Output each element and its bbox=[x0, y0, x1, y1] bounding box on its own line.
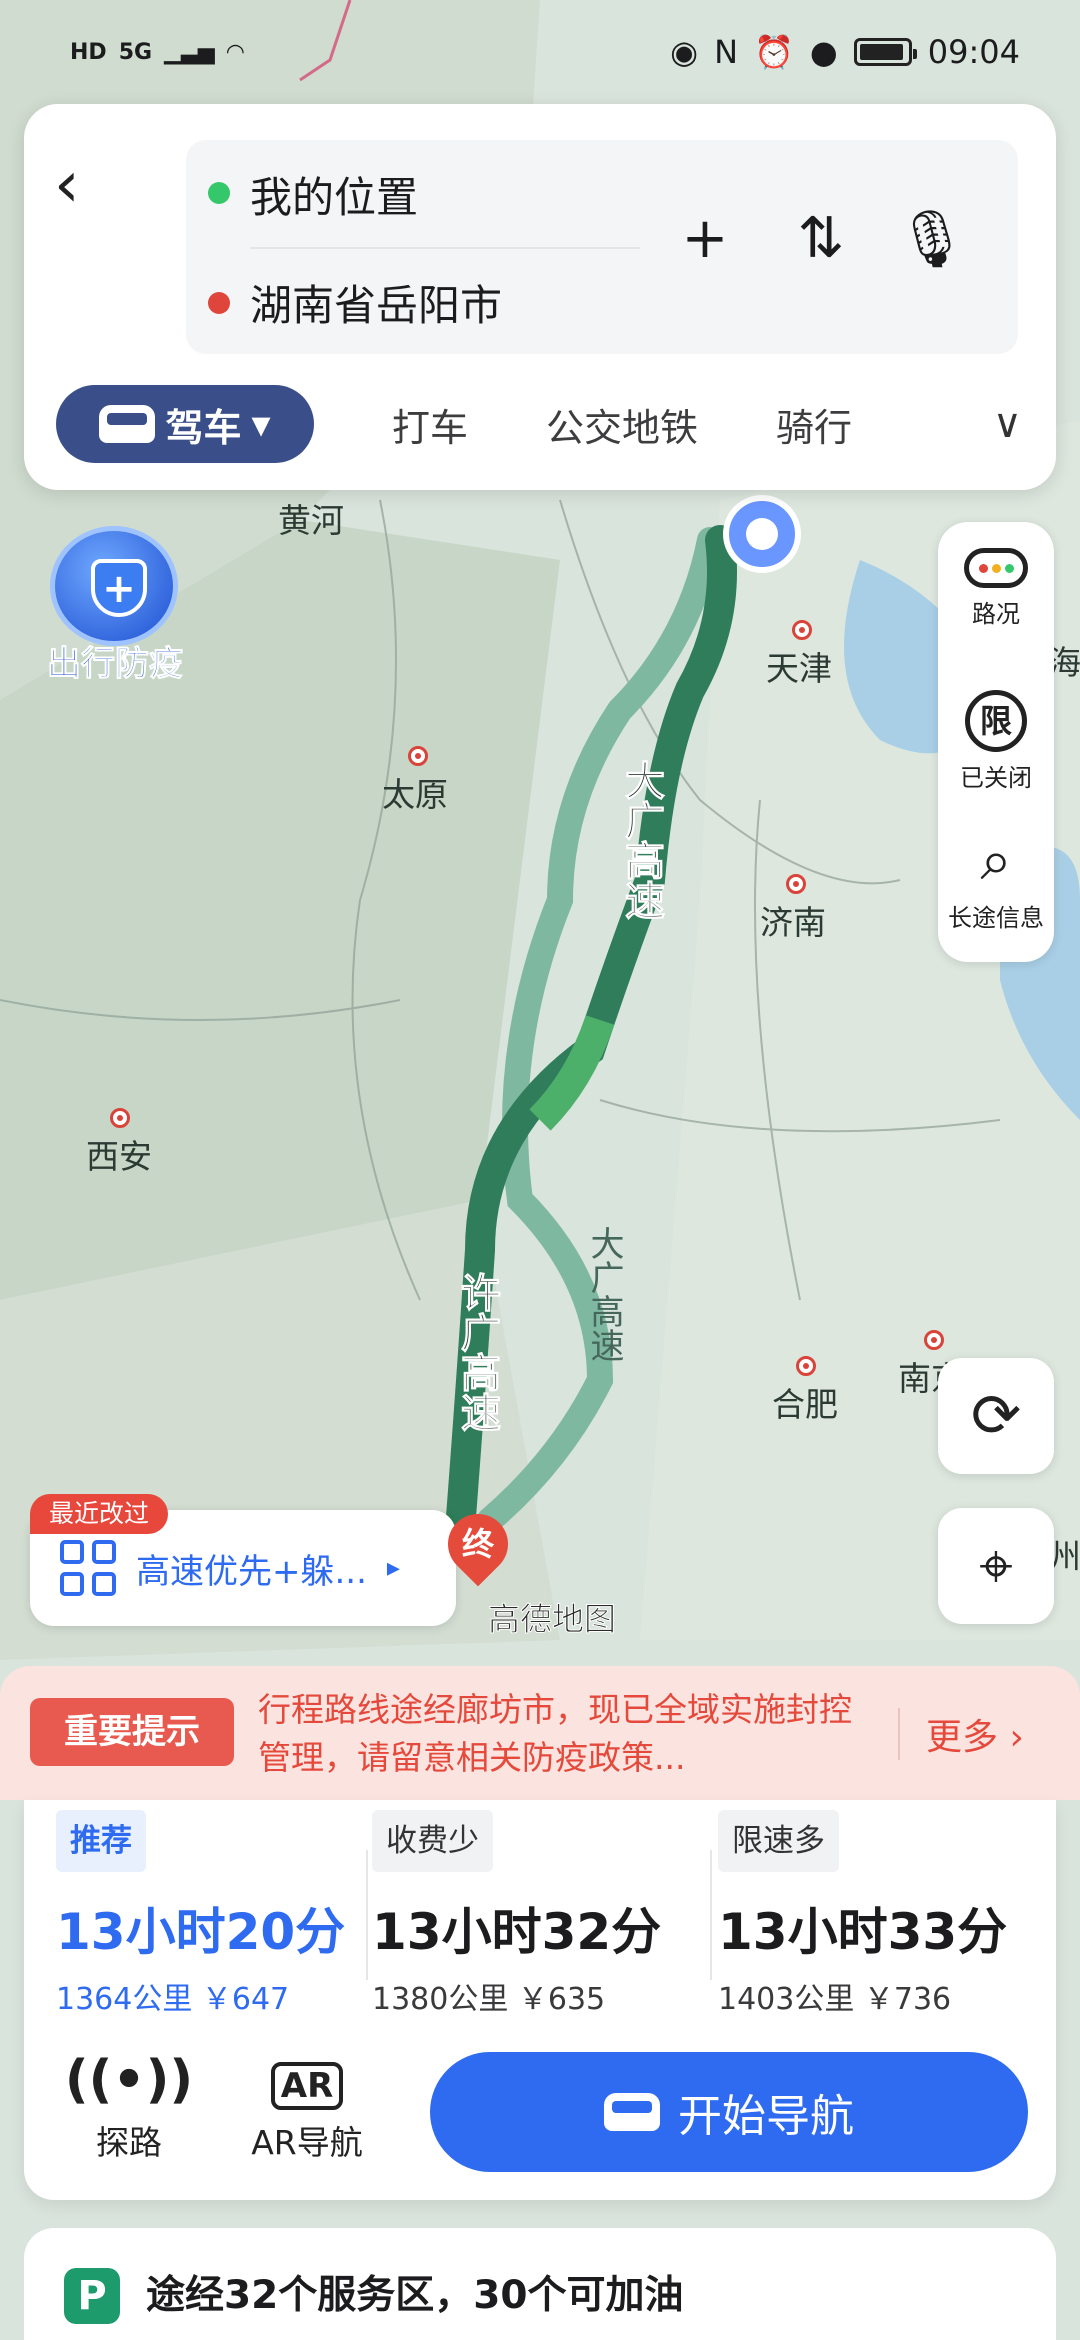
city-label: 太原 bbox=[382, 775, 448, 814]
status-right: ◉ N ⏰ ● 09:04 bbox=[670, 33, 1020, 71]
recent-change-badge: 最近改过 bbox=[30, 1494, 168, 1534]
route-tag: 限速多 bbox=[718, 1810, 839, 1872]
network-indicator: 5G bbox=[118, 39, 153, 65]
status-bar: HD 5G ▁▃▅ ◠ ◉ N ⏰ ● 09:04 bbox=[0, 0, 1080, 104]
city-dot-tianjin bbox=[792, 620, 812, 640]
route-time: 13小时32分 bbox=[372, 1903, 662, 1961]
traffic-label: 路况 bbox=[972, 600, 1020, 628]
caret-right-icon: ▸ bbox=[386, 1553, 400, 1583]
city-dot-jinan bbox=[786, 874, 806, 894]
caret-down-icon: ▾ bbox=[251, 402, 271, 446]
notice-text: 行程路线途经廊坊市，现已全域实施封控管理，请留意相关防疫政策... bbox=[258, 1690, 852, 1777]
long-trip-info-button[interactable]: ⌕ 长途信息 bbox=[938, 830, 1054, 933]
route-tag: 收费少 bbox=[372, 1810, 493, 1872]
nfc-icon: N bbox=[714, 33, 739, 71]
parking-icon: P bbox=[64, 2268, 120, 2324]
restriction-button[interactable]: 限 已关闭 bbox=[938, 690, 1054, 793]
chevron-left-icon[interactable]: ‹ bbox=[54, 150, 124, 220]
service-area-text: 途经32个服务区，30个可加油 bbox=[146, 2273, 684, 2318]
ar-icon: AR bbox=[232, 2050, 382, 2116]
city-label: 合肥 bbox=[772, 1385, 838, 1424]
ar-navigation-button[interactable]: AR AR导航 bbox=[232, 2050, 382, 2164]
route-distance: 1380公里 ￥635 bbox=[372, 1982, 606, 2017]
preference-label: 高速优先+躲... bbox=[136, 1551, 367, 1592]
alarm-icon: ⏰ bbox=[754, 33, 794, 71]
tab-drive[interactable]: 驾车 ▾ bbox=[56, 385, 314, 463]
car-icon bbox=[604, 2093, 660, 2131]
route-distance: 1364公里 ￥647 bbox=[56, 1982, 290, 2017]
refresh-icon: ⟳ bbox=[970, 1381, 1022, 1451]
notice-badge: 重要提示 bbox=[30, 1698, 234, 1766]
long-trip-label: 长途信息 bbox=[948, 904, 1044, 932]
battery-icon bbox=[853, 38, 917, 66]
road-label: 大广高速 bbox=[618, 760, 665, 921]
explore-road-button[interactable]: ((•)) 探路 bbox=[54, 2050, 204, 2164]
swap-icon[interactable]: ⇅ bbox=[786, 206, 856, 271]
start-navigation-label: 开始导航 bbox=[678, 2091, 854, 2142]
eye-icon: ◉ bbox=[670, 33, 699, 71]
service-area-card[interactable]: P 途经32个服务区，30个可加油 bbox=[24, 2228, 1056, 2340]
origin-input[interactable]: 我的位置 bbox=[250, 164, 418, 225]
ar-label: AR导航 bbox=[251, 2123, 363, 2162]
notice-banner[interactable]: 重要提示 行程路线途经廊坊市，现已全域实施封控管理，请留意相关防疫政策... 更… bbox=[0, 1666, 1080, 1800]
input-divider bbox=[250, 247, 640, 249]
wifi-icon: ◠ bbox=[226, 39, 244, 65]
destination-dot-icon bbox=[208, 292, 230, 314]
route-options-card: 推荐 13小时20分 1364公里 ￥647 收费少 13小时32分 1380公… bbox=[24, 1800, 1056, 2200]
chevron-down-icon[interactable]: ∨ bbox=[993, 401, 1022, 447]
start-navigation-button[interactable]: 开始导航 bbox=[430, 2052, 1028, 2172]
road-label: 大广高速 bbox=[584, 1226, 624, 1362]
city-dot-xian bbox=[110, 1108, 130, 1128]
route-time: 13小时33分 bbox=[718, 1903, 1008, 1961]
locate-button[interactable]: ⌖ bbox=[938, 1508, 1054, 1624]
crosshair-icon: ⌖ bbox=[979, 1531, 1013, 1601]
epidemic-label: 出行防疫 bbox=[47, 644, 184, 685]
route-time: 13小时20分 bbox=[56, 1903, 346, 1961]
map-layer-panel: 路况 限 已关闭 ⌕ 长途信息 bbox=[938, 522, 1054, 962]
grid-icon bbox=[60, 1540, 116, 1596]
restriction-icon: 限 bbox=[965, 690, 1027, 752]
route-distance: 1403公里 ￥736 bbox=[718, 1982, 952, 2017]
divider bbox=[710, 1850, 712, 1980]
road-label: 许广高速 bbox=[454, 1272, 501, 1433]
notice-more-link[interactable]: 更多 › bbox=[898, 1708, 1024, 1760]
shield-icon: + bbox=[50, 526, 178, 646]
city-dot-nanjing bbox=[924, 1330, 944, 1350]
city-dot-taiyuan bbox=[408, 746, 428, 766]
destination-marker[interactable]: 终 bbox=[435, 1501, 521, 1587]
city-label: 西安 bbox=[86, 1137, 152, 1176]
city-label: 天津 bbox=[766, 649, 832, 688]
signal-icon: ▁▃▅ bbox=[164, 39, 215, 65]
route-tag: 推荐 bbox=[56, 1810, 146, 1872]
route-search-card: ‹ 我的位置 湖南省岳阳市 + ⇅ 🎙 驾车 ▾ 打车 公交地铁 骑行 ∨ bbox=[24, 104, 1056, 490]
hd-indicator: HD bbox=[70, 39, 107, 65]
origin-dot-icon bbox=[208, 182, 230, 204]
explore-label: 探路 bbox=[96, 2123, 162, 2162]
divider bbox=[366, 1850, 368, 1980]
tab-transit[interactable]: 公交地铁 bbox=[546, 397, 698, 452]
transport-mode-tabs: 驾车 ▾ 打车 公交地铁 骑行 ∨ bbox=[56, 384, 1036, 464]
map-brand: 高德地图 bbox=[487, 1600, 617, 1639]
restriction-label: 已关闭 bbox=[960, 764, 1032, 792]
clock: 09:04 bbox=[927, 33, 1020, 71]
car-icon bbox=[99, 405, 156, 443]
status-left: HD 5G ▁▃▅ ◠ bbox=[70, 40, 244, 65]
tab-drive-label: 驾车 bbox=[165, 405, 242, 450]
traffic-light-icon bbox=[964, 548, 1028, 588]
route-inputs: 我的位置 湖南省岳阳市 + ⇅ 🎙 bbox=[186, 140, 1018, 354]
tab-cycling[interactable]: 骑行 bbox=[776, 397, 852, 452]
tab-taxi[interactable]: 打车 bbox=[392, 397, 468, 452]
location-icon: ● bbox=[809, 33, 838, 71]
epidemic-travel-button[interactable]: + 出行防疫 bbox=[30, 526, 200, 686]
plus-icon[interactable]: + bbox=[670, 206, 740, 271]
city-dot-hefei bbox=[796, 1356, 816, 1376]
search-icon: ⌕ bbox=[980, 828, 1012, 893]
destination-input[interactable]: 湖南省岳阳市 bbox=[250, 272, 502, 333]
microphone-icon[interactable]: 🎙 bbox=[896, 206, 967, 272]
broadcast-icon: ((•)) bbox=[64, 2050, 194, 2110]
city-label: 黄河 bbox=[278, 501, 344, 540]
refresh-route-button[interactable]: ⟳ bbox=[938, 1358, 1054, 1474]
traffic-button[interactable]: 路况 bbox=[938, 548, 1054, 629]
city-label: 济南 bbox=[760, 903, 826, 942]
